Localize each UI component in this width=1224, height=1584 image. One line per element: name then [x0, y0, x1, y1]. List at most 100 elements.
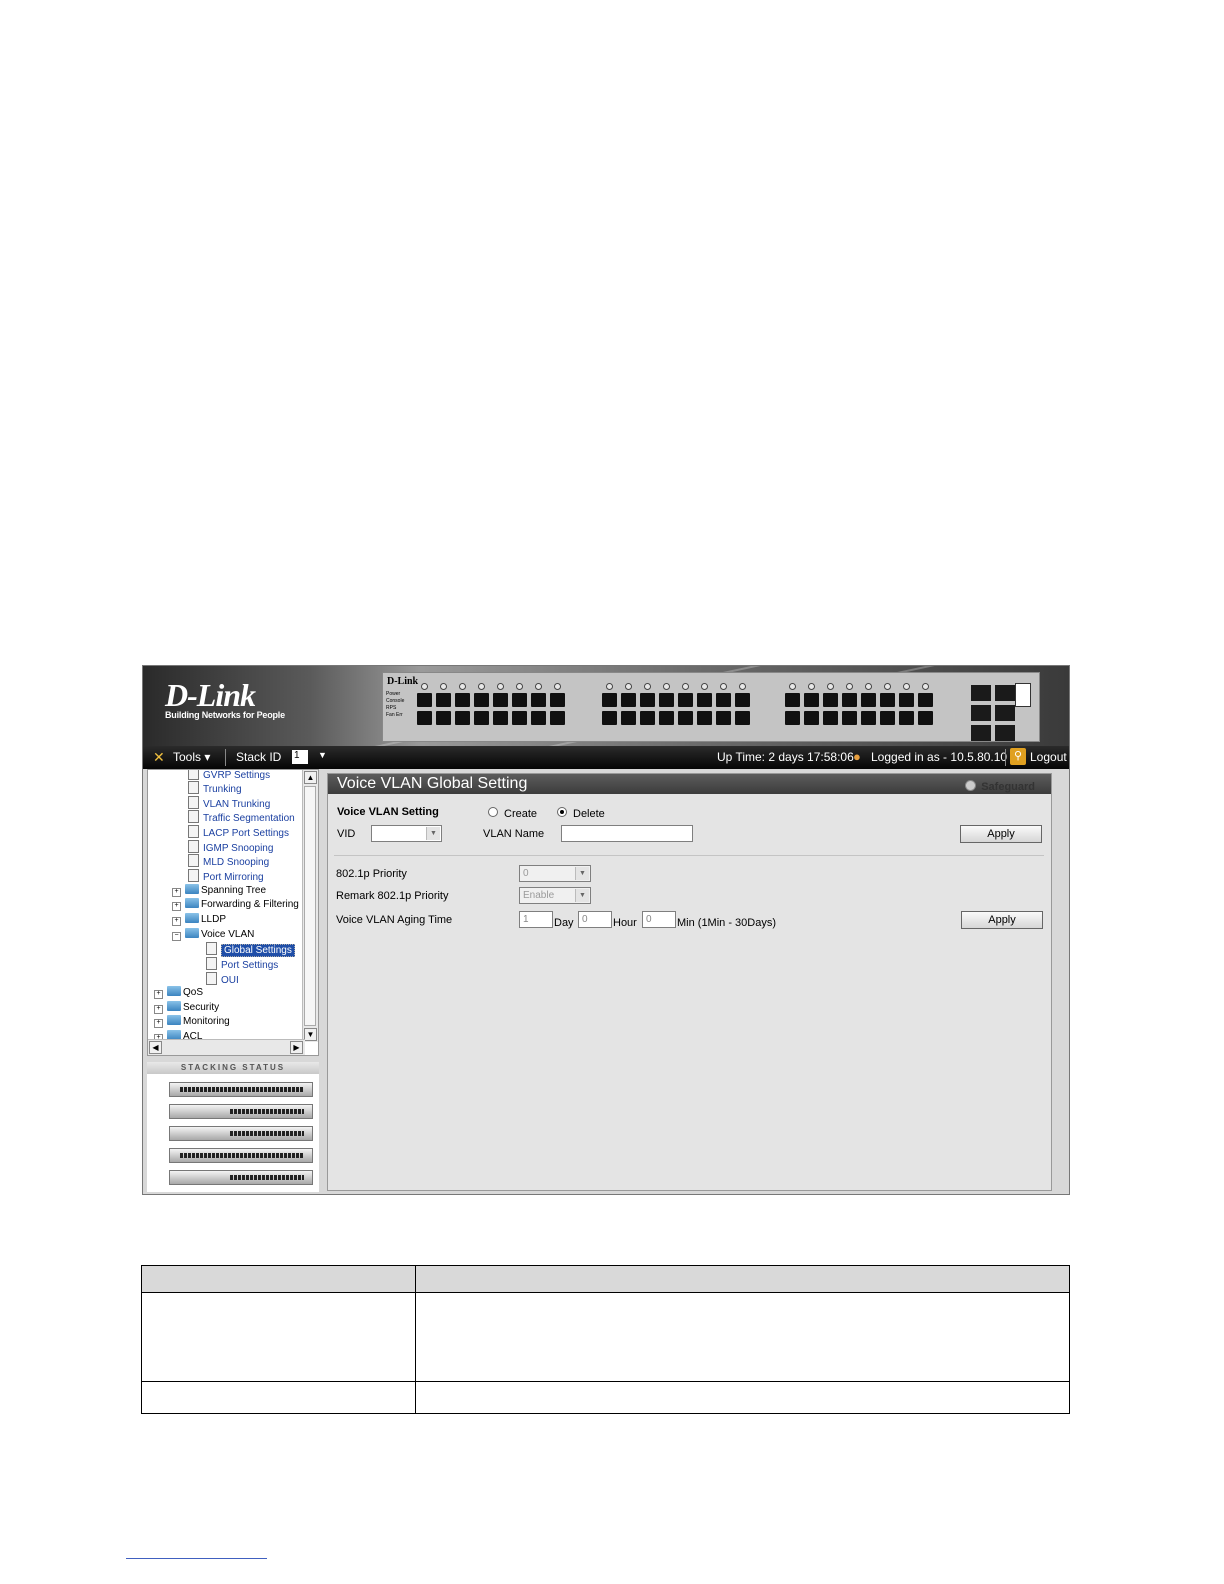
table-header-row: [141, 1265, 1070, 1293]
tree-item-label: Port Mirroring: [203, 872, 264, 883]
stack-unit-4[interactable]: [169, 1148, 313, 1163]
tree-item-lacp-port-settings[interactable]: LACP Port Settings: [188, 825, 289, 839]
ethernet-port-icon: [899, 693, 914, 707]
ethernet-port-icon: [804, 693, 819, 707]
tree-item-igmp-snooping[interactable]: IGMP Snooping: [188, 840, 273, 854]
expand-icon[interactable]: +: [172, 902, 181, 911]
tree-item-gvrp-settings[interactable]: GVRP Settings: [188, 770, 270, 781]
ethernet-port-icon: [531, 693, 546, 707]
tree-item-lldp[interactable]: + LLDP: [172, 913, 226, 927]
tree-item-spanning-tree[interactable]: + Spanning Tree: [172, 884, 266, 898]
port-led-icon: [884, 683, 891, 690]
tree-item-global-settings[interactable]: Global Settings: [206, 942, 295, 957]
ethernet-port-icon: [899, 711, 914, 725]
expand-icon[interactable]: +: [154, 1019, 163, 1028]
stack-unit-5[interactable]: [169, 1170, 313, 1185]
apply-button-vlan[interactable]: Apply: [960, 825, 1042, 843]
main-content-panel: Voice VLAN Global Setting Safeguard Voic…: [327, 773, 1052, 1191]
aging-hour-input[interactable]: 0: [578, 911, 612, 928]
port-led-icon: [644, 683, 651, 690]
document-icon: [188, 869, 199, 882]
radio-create-label: Create: [504, 808, 538, 820]
port-led-icon: [720, 683, 727, 690]
tree-item-label: Monitoring: [183, 1016, 230, 1027]
ethernet-port-icon: [493, 711, 508, 725]
priority-select[interactable]: 0 ▼: [519, 865, 591, 882]
tools-icon[interactable]: ✕: [153, 749, 167, 765]
scroll-right-icon[interactable]: ▶: [290, 1041, 303, 1054]
radio-delete[interactable]: Delete: [557, 807, 605, 820]
screenshot-frame: D-Link Building Networks for People D-Li…: [142, 665, 1070, 1195]
uptime-text: Up Time: 2 days 17:58:06: [717, 750, 854, 764]
scroll-down-icon[interactable]: ▼: [304, 1028, 317, 1041]
ethernet-port-icon: [602, 693, 617, 707]
tree-item-label: IGMP Snooping: [203, 843, 274, 854]
ethernet-port-icon: [842, 693, 857, 707]
tree-item-qos[interactable]: + QoS: [154, 986, 203, 1000]
device-front-panel: D-Link Power Console RPS Fan Err: [382, 672, 1040, 742]
scroll-up-icon[interactable]: ▲: [304, 771, 317, 784]
tree-horizontal-scrollbar[interactable]: ◀ ▶: [148, 1039, 305, 1055]
tools-menu[interactable]: Tools ▾: [173, 750, 210, 764]
stack-unit-3[interactable]: [169, 1126, 313, 1141]
vlan-name-input[interactable]: [561, 825, 693, 842]
tree-item-port-mirroring[interactable]: Port Mirroring: [188, 869, 264, 883]
tree-vertical-scrollbar[interactable]: ▲ ▼: [302, 770, 318, 1042]
table-header-cell: [415, 1265, 1070, 1293]
page-title: Voice VLAN Global Setting Safeguard: [328, 774, 1051, 794]
tree-item-oui[interactable]: OUI: [206, 972, 239, 986]
aging-day-input[interactable]: 1: [519, 911, 553, 928]
expand-icon[interactable]: +: [154, 1005, 163, 1014]
chevron-down-icon[interactable]: ▼: [575, 867, 589, 880]
device-brand: D-Link: [387, 676, 419, 687]
tree-item-vlan-trunking[interactable]: VLAN Trunking: [188, 796, 270, 810]
logout-icon[interactable]: ⚲: [1010, 748, 1026, 765]
ethernet-port-icon: [804, 711, 819, 725]
tree-item-monitoring[interactable]: + Monitoring: [154, 1015, 230, 1029]
tree-item-label: MLD Snooping: [203, 857, 270, 868]
port-led-icon: [606, 683, 613, 690]
expand-icon[interactable]: +: [172, 917, 181, 926]
tree-item-voice-vlan[interactable]: − Voice VLAN: [172, 928, 254, 942]
ethernet-port-icon: [621, 711, 636, 725]
logo-text: D-Link: [165, 677, 256, 713]
tree-item-trunking[interactable]: Trunking: [188, 781, 242, 795]
tree-item-label: Voice VLAN: [201, 929, 255, 940]
tree-item-port-settings[interactable]: Port Settings: [206, 957, 278, 971]
chevron-down-icon[interactable]: ▼: [575, 889, 589, 902]
expand-icon[interactable]: +: [154, 990, 163, 999]
radio-create-icon[interactable]: [488, 807, 498, 817]
chevron-down-icon[interactable]: ▼: [426, 827, 440, 840]
scroll-thumb[interactable]: [304, 786, 316, 1026]
ethernet-port-icon: [455, 711, 470, 725]
aging-time-label: Voice VLAN Aging Time: [336, 914, 453, 926]
tree-item-traffic-segmentation[interactable]: Traffic Segmentation: [188, 810, 295, 824]
tree-item-mld-snooping[interactable]: MLD Snooping: [188, 854, 269, 868]
navigation-tree: GVRP Settings Trunking VLAN Trunking Tra…: [147, 769, 319, 1056]
stack-unit-1[interactable]: [169, 1082, 313, 1097]
tree-item-label: Security: [183, 1002, 220, 1013]
expand-icon[interactable]: +: [172, 888, 181, 897]
stack-id-dropdown-icon[interactable]: ▼: [318, 750, 327, 760]
scroll-left-icon[interactable]: ◀: [149, 1041, 162, 1054]
aging-min-input[interactable]: 0: [642, 911, 676, 928]
stack-id-select[interactable]: 1: [292, 750, 308, 764]
ethernet-port-icon: [842, 711, 857, 725]
remark-priority-select[interactable]: Enable ▼: [519, 887, 591, 904]
document-icon: [188, 825, 199, 838]
apply-button-aging[interactable]: Apply: [961, 911, 1043, 929]
footer-link-underline: [126, 1558, 267, 1559]
collapse-icon[interactable]: −: [172, 932, 181, 941]
ethernet-port-icon: [880, 711, 895, 725]
ethernet-port-icon: [918, 693, 933, 707]
port-led-icon: [903, 683, 910, 690]
vid-select[interactable]: ▼: [371, 825, 442, 842]
port-led-icon: [739, 683, 746, 690]
stack-unit-2[interactable]: [169, 1104, 313, 1119]
ethernet-port-icon: [550, 711, 565, 725]
tree-item-forwarding-filtering[interactable]: + Forwarding & Filtering: [172, 898, 299, 912]
radio-create[interactable]: Create: [488, 807, 537, 820]
radio-delete-icon[interactable]: [557, 807, 567, 817]
tree-item-security[interactable]: + Security: [154, 1001, 219, 1015]
logout-link[interactable]: Logout: [1030, 750, 1067, 764]
